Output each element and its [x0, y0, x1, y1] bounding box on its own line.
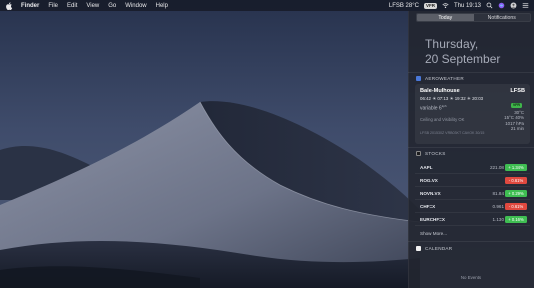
stock-symbol: AAPL: [420, 165, 433, 170]
stock-change[interactable]: - 0.61%: [505, 177, 527, 184]
no-events-text: No Events: [460, 275, 482, 280]
menu-window[interactable]: Window: [125, 3, 146, 9]
stocks-title: STOCKS: [425, 150, 446, 156]
stock-symbol: ROG.VX: [420, 178, 438, 183]
stock-price: 221.08: [489, 165, 504, 170]
menu-edit[interactable]: Edit: [67, 3, 77, 9]
sun-times: 06:42 ☀ 07:13 ☀ 19:32 ☀ 20:03: [420, 96, 484, 101]
divider: [408, 241, 534, 242]
stock-row[interactable]: NOVN.VX 81.84 + 0.29%: [415, 188, 530, 200]
wind-unit: kph: [441, 104, 447, 108]
menu-app-name[interactable]: Finder: [21, 3, 39, 9]
user-icon[interactable]: [510, 2, 517, 9]
menu-go[interactable]: Go: [108, 3, 116, 9]
stock-change[interactable]: - 0.61%: [505, 203, 527, 210]
wind-readout: variable 6kph: [420, 104, 447, 112]
stock-price: 81.84: [492, 191, 505, 196]
stock-price: 1.130: [492, 217, 505, 222]
calendar-app-icon: [416, 245, 421, 251]
stocks-app-icon: [416, 150, 421, 156]
stock-change[interactable]: + 1.34%: [505, 164, 527, 171]
stock-symbol: NOVN.VX: [420, 191, 441, 196]
calendar-widget-header: CALENDAR: [408, 243, 534, 253]
today-date: 20 September: [425, 52, 501, 66]
clock[interactable]: Thu 19:13: [454, 3, 481, 9]
wifi-icon[interactable]: [442, 2, 449, 9]
aeroweather-title: AEROWEATHER: [425, 75, 464, 81]
menu-extras: LFSB 28°C VFR Thu 19:13: [389, 0, 529, 11]
menu-help[interactable]: Help: [156, 3, 168, 9]
stock-change[interactable]: + 0.29%: [505, 190, 527, 197]
tab-notifications[interactable]: Notifications: [473, 14, 530, 21]
nc-tab-bar: Today Notifications: [416, 13, 531, 22]
menu-bar: Finder File Edit View Go Window Help LFS…: [0, 0, 534, 11]
aeroweather-card[interactable]: Bale-Mulhouse LFSB 06:42 ☀ 07:13 ☀ 19:32…: [415, 84, 530, 144]
menu-file[interactable]: File: [48, 3, 58, 9]
stock-row[interactable]: CHF=X 0.961 - 0.61%: [415, 201, 530, 213]
aeroweather-vfr-badge: VFR: [423, 2, 437, 9]
apple-icon[interactable]: [6, 1, 13, 10]
stock-row[interactable]: AAPL 221.08 + 1.34%: [415, 162, 530, 174]
tab-today[interactable]: Today: [417, 14, 474, 21]
aeroweather-widget-header: AEROWEATHER: [408, 73, 534, 83]
station-name: Bale-Mulhouse: [420, 88, 460, 94]
stock-price: 0.961: [492, 204, 505, 209]
notification-center-icon[interactable]: [522, 2, 529, 9]
metar-text: LFSB 201530Z VRB03KT CAVOK 30/15: [420, 131, 485, 135]
search-icon[interactable]: [486, 2, 493, 9]
stock-change[interactable]: + 0.16%: [505, 216, 527, 223]
stock-row[interactable]: ROG.VX - 0.61%: [415, 175, 530, 187]
calendar-title: CALENDAR: [425, 245, 453, 251]
stocks-widget-header: STOCKS: [408, 148, 534, 158]
temperature-block: 30°C 15°C 40% 1017 hPa 21 min: [504, 110, 524, 132]
today-weekday: Thursday,: [425, 37, 479, 51]
flight-rule-badge: VFR: [510, 103, 522, 108]
ceiling-visibility: Ceiling and Visibility OK: [420, 117, 465, 122]
menu-view[interactable]: View: [86, 3, 99, 9]
stock-symbol: EURCHF=X: [420, 217, 445, 222]
aeroweather-app-icon: [416, 75, 421, 81]
wind-value: variable 6: [420, 105, 442, 112]
report-age: 21 min: [510, 126, 524, 132]
show-more-link[interactable]: Show More...: [420, 231, 447, 236]
station-code: LFSB: [510, 88, 525, 94]
stock-symbol: CHF=X: [420, 204, 436, 209]
stock-row[interactable]: EURCHF=X 1.130 + 0.16%: [415, 214, 530, 226]
aeroweather-status[interactable]: LFSB 28°C: [389, 3, 419, 9]
siri-icon[interactable]: [498, 2, 505, 9]
